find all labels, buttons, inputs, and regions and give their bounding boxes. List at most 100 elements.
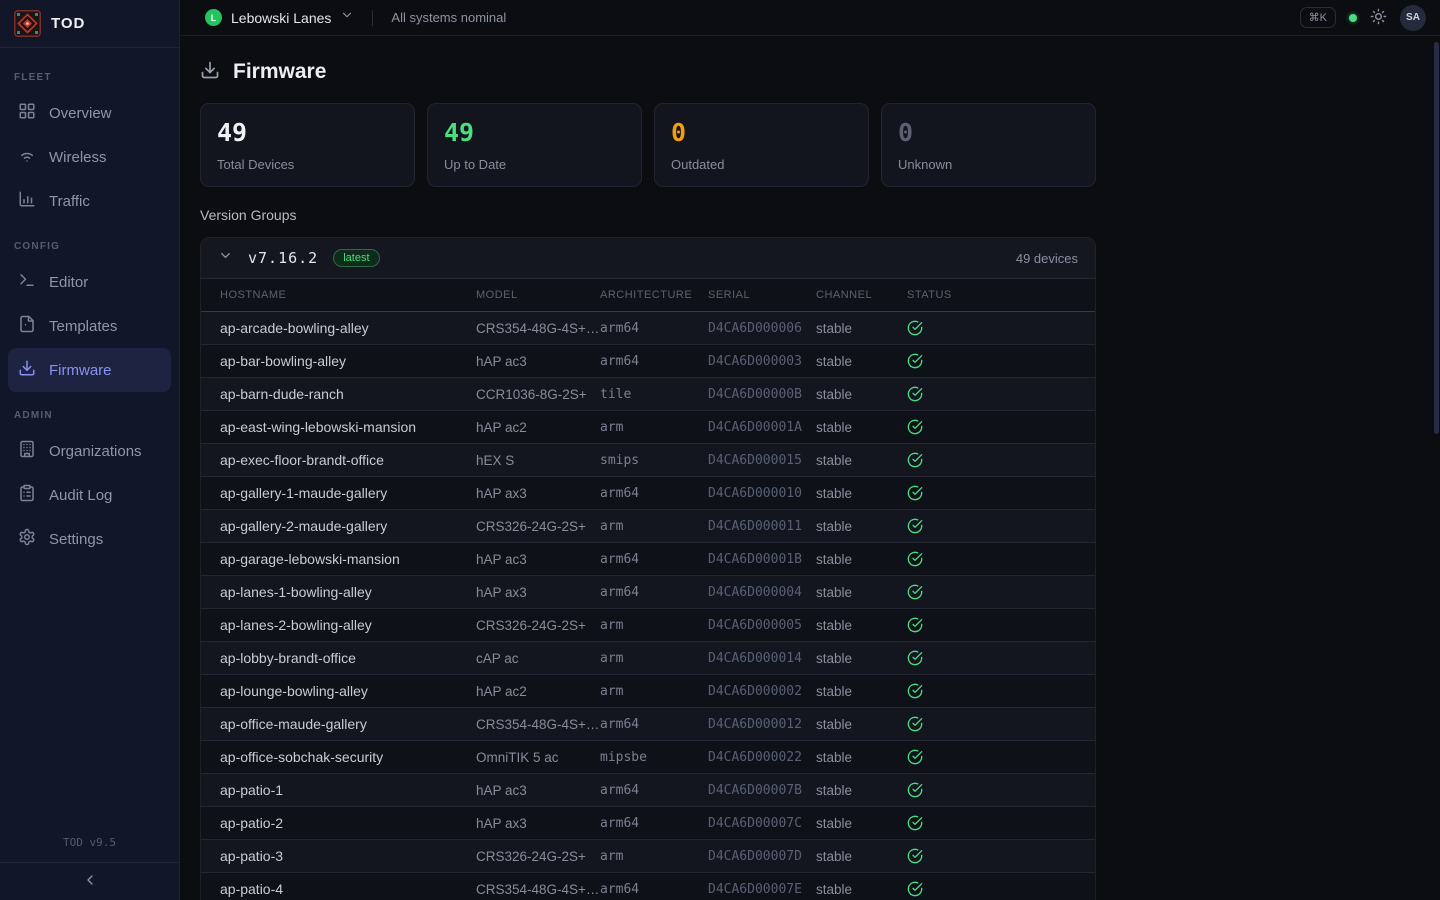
device-hostname: ap-lounge-bowling-alley [220,683,476,699]
sidebar-item-label: Templates [49,318,117,335]
device-channel: stable [816,618,907,633]
device-architecture: tile [600,387,708,402]
sidebar-item-overview[interactable]: Overview [8,91,171,135]
stat-label: Total Devices [217,157,398,172]
device-hostname: ap-lobby-brandt-office [220,650,476,666]
stat-value: 49 [217,118,398,148]
column-header-architecture: ARCHITECTURE [600,289,708,301]
device-hostname: ap-office-maude-gallery [220,716,476,732]
device-channel: stable [816,882,907,897]
table-row[interactable]: ap-patio-1 hAP ac3 arm64 D4CA6D00007B st… [201,774,1095,807]
device-serial: D4CA6D000022 [708,750,816,765]
device-channel: stable [816,717,907,732]
device-model: hAP ax3 [476,486,600,501]
table-row[interactable]: ap-office-sobchak-security OmniTIK 5 ac … [201,741,1095,774]
wifi-icon [18,146,36,168]
sidebar-item-traffic[interactable]: Traffic [8,179,171,223]
device-hostname: ap-office-sobchak-security [220,749,476,765]
device-hostname: ap-patio-4 [220,881,476,897]
device-hostname: ap-garage-lebowski-mansion [220,551,476,567]
sidebar-item-settings[interactable]: Settings [8,517,171,561]
app-logo-icon [14,10,41,37]
stat-card-unknown: 0 Unknown [881,103,1096,187]
table-row[interactable]: ap-lounge-bowling-alley hAP ac2 arm D4CA… [201,675,1095,708]
table-row[interactable]: ap-gallery-2-maude-gallery CRS326-24G-2S… [201,510,1095,543]
device-architecture: arm [600,618,708,633]
device-serial: D4CA6D000014 [708,651,816,666]
table-row[interactable]: ap-arcade-bowling-alley CRS354-48G-4S+… … [201,312,1095,345]
device-channel: stable [816,816,907,831]
device-serial: D4CA6D000006 [708,321,816,336]
section-title-version-groups: Version Groups [200,207,1096,223]
table-row[interactable]: ap-bar-bowling-alley hAP ac3 arm64 D4CA6… [201,345,1095,378]
app-logo-row: TOD [0,0,179,48]
sidebar-item-firmware[interactable]: Firmware [8,348,171,392]
device-channel: stable [816,321,907,336]
device-hostname: ap-lanes-1-bowling-alley [220,584,476,600]
topbar-divider [372,10,373,26]
device-serial: D4CA6D000012 [708,717,816,732]
sidebar-item-organizations[interactable]: Organizations [8,429,171,473]
chevron-down-icon [340,8,354,27]
device-model: hAP ax3 [476,816,600,831]
table-row[interactable]: ap-office-maude-gallery CRS354-48G-4S+… … [201,708,1095,741]
device-serial: D4CA6D00001B [708,552,816,567]
table-row[interactable]: ap-patio-3 CRS326-24G-2S+ arm D4CA6D0000… [201,840,1095,873]
status-check-icon [907,650,1095,666]
table-row[interactable]: ap-patio-2 hAP ax3 arm64 D4CA6D00007C st… [201,807,1095,840]
status-check-icon [907,419,1095,435]
sidebar: TOD FLEET Overview Wireless Traffic CONF… [0,0,180,900]
device-channel: stable [816,387,907,402]
sidebar-collapse-button[interactable] [82,872,98,891]
sidebar-footer: TOD v9.5 [0,836,179,900]
device-serial: D4CA6D00007D [708,849,816,864]
sidebar-item-audit-log[interactable]: Audit Log [8,473,171,517]
column-header-model: MODEL [476,289,600,301]
table-row[interactable]: ap-lanes-1-bowling-alley hAP ax3 arm64 D… [201,576,1095,609]
device-architecture: arm [600,519,708,534]
terminal-icon [18,271,36,293]
stat-card-up-to-date: 49 Up to Date [427,103,642,187]
device-count: 49 devices [1016,251,1078,266]
org-selector[interactable]: L Lebowski Lanes [205,8,354,27]
table-row[interactable]: ap-gallery-1-maude-gallery hAP ax3 arm64… [201,477,1095,510]
status-check-icon [907,353,1095,369]
command-palette-button[interactable]: ⌘K [1300,7,1336,28]
table-row[interactable]: ap-lanes-2-bowling-alley CRS326-24G-2S+ … [201,609,1095,642]
device-architecture: arm64 [600,882,708,897]
stat-value: 0 [898,118,1079,148]
device-hostname: ap-patio-1 [220,782,476,798]
table-row[interactable]: ap-exec-floor-brandt-office hEX S smips … [201,444,1095,477]
sidebar-item-editor[interactable]: Editor [8,260,171,304]
device-channel: stable [816,585,907,600]
device-model: hEX S [476,453,600,468]
table-row[interactable]: ap-garage-lebowski-mansion hAP ac3 arm64… [201,543,1095,576]
device-architecture: arm64 [600,783,708,798]
status-check-icon [907,815,1095,831]
user-avatar[interactable]: SA [1400,5,1426,31]
device-serial: D4CA6D000010 [708,486,816,501]
sidebar-item-templates[interactable]: Templates [8,304,171,348]
device-model: CRS326-24G-2S+ [476,519,600,534]
table-row[interactable]: ap-east-wing-lebowski-mansion hAP ac2 ar… [201,411,1095,444]
device-channel: stable [816,552,907,567]
device-hostname: ap-arcade-bowling-alley [220,320,476,336]
app-version: TOD v9.5 [0,836,179,862]
version-group-header[interactable]: v7.16.2 latest 49 devices [201,238,1095,279]
table-row[interactable]: ap-patio-4 CRS354-48G-4S+… arm64 D4CA6D0… [201,873,1095,900]
device-serial: D4CA6D000002 [708,684,816,699]
status-check-icon [907,518,1095,534]
device-architecture: arm [600,849,708,864]
latest-badge: latest [333,249,379,267]
device-model: CRS326-24G-2S+ [476,618,600,633]
table-row[interactable]: ap-lobby-brandt-office cAP ac arm D4CA6D… [201,642,1095,675]
device-serial: D4CA6D000015 [708,453,816,468]
device-channel: stable [816,750,907,765]
device-hostname: ap-exec-floor-brandt-office [220,452,476,468]
table-row[interactable]: ap-barn-dude-ranch CCR1036-8G-2S+ tile D… [201,378,1095,411]
theme-toggle-button[interactable] [1370,8,1387,28]
building-icon [18,440,36,462]
sidebar-item-wireless[interactable]: Wireless [8,135,171,179]
sidebar-item-label: Firmware [49,362,112,379]
vertical-scrollbar[interactable] [1434,42,1439,434]
